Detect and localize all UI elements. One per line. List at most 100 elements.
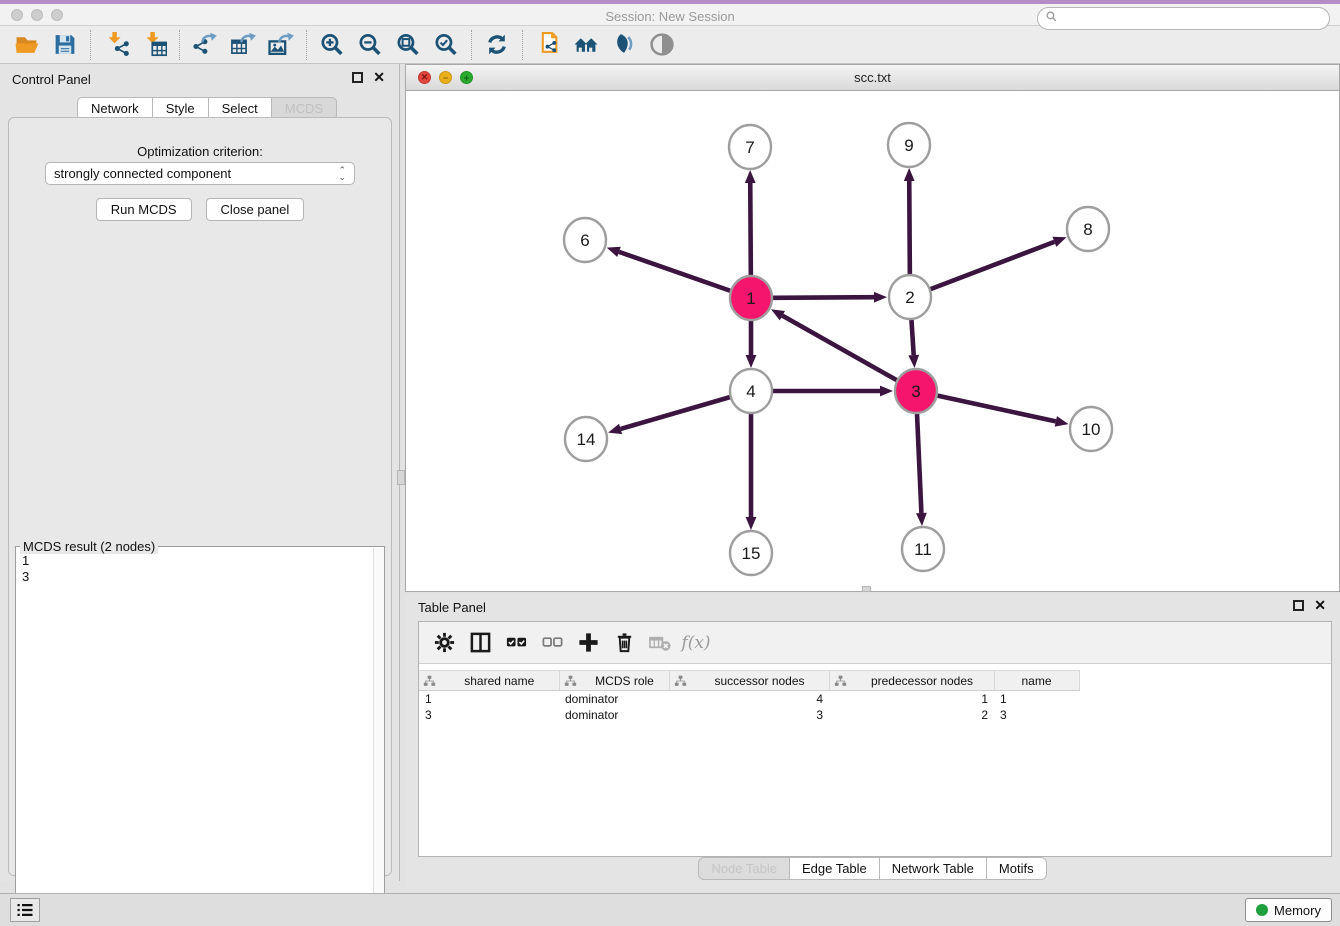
toolbar-separator: [90, 30, 91, 60]
table-cell[interactable]: 3: [994, 707, 1079, 723]
table-cell[interactable]: 1: [419, 691, 559, 707]
node-label-6: 6: [580, 231, 589, 250]
edge-2-9[interactable]: [909, 181, 910, 275]
splitter-grip-horizontal[interactable]: [862, 586, 871, 592]
delete-table-button[interactable]: [645, 627, 675, 659]
zoom-selected-button[interactable]: [427, 28, 465, 62]
tab-node-table[interactable]: Node Table: [698, 857, 790, 880]
tab-edge-table[interactable]: Edge Table: [790, 857, 880, 880]
search-box[interactable]: [1037, 7, 1330, 30]
show-columns-button[interactable]: [465, 627, 495, 659]
node-table-body[interactable]: 1dominator4113dominator323: [419, 691, 1079, 723]
edge-4-14[interactable]: [621, 397, 730, 429]
column-header-shared-name[interactable]: shared name: [419, 671, 559, 691]
table-container: f(x) shared nameMCDS rolesuccessor nodes…: [418, 621, 1332, 857]
show-hide-details-button[interactable]: [643, 28, 681, 62]
status-bar: Memory: [0, 893, 1340, 926]
table-row[interactable]: 1dominator411: [419, 691, 1079, 707]
column-header-name[interactable]: name: [994, 671, 1079, 691]
export-image-button[interactable]: [262, 28, 300, 62]
refresh-view-icon: [484, 32, 510, 57]
memory-button[interactable]: Memory: [1245, 898, 1332, 922]
open-session-button[interactable]: [8, 28, 46, 62]
table-cell[interactable]: 3: [669, 707, 829, 723]
toolbar-separator: [179, 30, 180, 60]
table-options-button[interactable]: [429, 627, 459, 659]
zoom-out-icon: [357, 32, 383, 57]
table-cell[interactable]: 3: [419, 707, 559, 723]
splitter-grip-vertical[interactable]: [397, 470, 405, 485]
search-input[interactable]: [1062, 12, 1329, 26]
float-table-panel-icon[interactable]: [1293, 600, 1304, 611]
column-header-successor-nodes[interactable]: successor nodes: [669, 671, 829, 691]
zoom-in-button[interactable]: [313, 28, 351, 62]
clone-network-button[interactable]: [529, 28, 567, 62]
edge-1-2[interactable]: [773, 297, 874, 298]
network-title: scc.txt: [406, 70, 1339, 85]
table-cell[interactable]: 1: [829, 691, 994, 707]
table-cell[interactable]: dominator: [559, 691, 669, 707]
table-cell[interactable]: dominator: [559, 707, 669, 723]
table-cell[interactable]: 1: [994, 691, 1079, 707]
function-builder-button[interactable]: f(x): [681, 627, 711, 659]
edge-1-7[interactable]: [750, 183, 751, 276]
import-table-button[interactable]: [135, 28, 173, 62]
deselect-all-button[interactable]: [537, 627, 567, 659]
edge-arrow-2-9: [904, 168, 915, 181]
run-mcds-button[interactable]: Run MCDS: [96, 198, 192, 221]
zoom-fit-button[interactable]: [389, 28, 427, 62]
tab-motifs[interactable]: Motifs: [987, 857, 1047, 880]
criterion-select[interactable]: strongly connected component ⌃⌄: [45, 162, 355, 185]
float-panel-icon[interactable]: [352, 72, 363, 83]
mcds-result-lines: 1 3: [22, 553, 29, 585]
edge-arrow-3-11: [916, 513, 927, 526]
export-table-button[interactable]: [224, 28, 262, 62]
select-all-button[interactable]: [501, 627, 531, 659]
export-network-button[interactable]: [186, 28, 224, 62]
save-session-button[interactable]: [46, 28, 84, 62]
home-layout-button[interactable]: [567, 28, 605, 62]
node-table-header[interactable]: shared nameMCDS rolesuccessor nodesprede…: [419, 671, 1079, 691]
edge-3-10[interactable]: [937, 396, 1055, 422]
open-session-icon: [14, 32, 40, 57]
node-label-7: 7: [745, 138, 754, 157]
mcds-result-scrollbar[interactable]: [373, 548, 384, 924]
edge-3-11[interactable]: [917, 413, 921, 513]
node-label-10: 10: [1082, 420, 1101, 439]
edge-1-6[interactable]: [619, 252, 730, 291]
close-table-panel-icon[interactable]: ✕: [1314, 600, 1326, 611]
table-header-row: shared nameMCDS rolesuccessor nodesprede…: [419, 671, 1079, 691]
table-row[interactable]: 3dominator323: [419, 707, 1079, 723]
edge-2-3[interactable]: [911, 319, 913, 355]
optimization-criterion-label: Optimization criterion:: [9, 144, 391, 159]
edge-2-8[interactable]: [931, 242, 1055, 289]
task-history-button[interactable]: [10, 898, 40, 922]
node-table[interactable]: shared nameMCDS rolesuccessor nodesprede…: [419, 670, 1080, 723]
edge-arrow-1-6: [607, 247, 621, 257]
refresh-view-button[interactable]: [478, 28, 516, 62]
mcds-panel: Optimization criterion: strongly connect…: [8, 117, 392, 876]
add-row-button[interactable]: [573, 627, 603, 659]
delete-row-button[interactable]: [609, 627, 639, 659]
edge-3-1[interactable]: [782, 316, 896, 381]
node-label-15: 15: [742, 544, 761, 563]
edge-arrow-4-14: [608, 424, 622, 434]
column-header-predecessor-nodes[interactable]: predecessor nodes: [829, 671, 994, 691]
column-header-MCDS-role[interactable]: MCDS role: [559, 671, 669, 691]
delete-table-icon: [649, 631, 672, 654]
close-panel-button[interactable]: Close panel: [206, 198, 305, 221]
edge-arrow-1-4: [746, 355, 757, 368]
tab-network-table[interactable]: Network Table: [880, 857, 987, 880]
style-toggle-button[interactable]: [605, 28, 643, 62]
import-network-button[interactable]: [97, 28, 135, 62]
edge-arrow-4-15: [746, 517, 757, 530]
table-cell[interactable]: 2: [829, 707, 994, 723]
network-titlebar[interactable]: ✕ − + scc.txt: [406, 65, 1339, 91]
network-canvas[interactable]: 7968124314101511: [406, 91, 1339, 591]
close-panel-icon[interactable]: ✕: [373, 72, 385, 83]
node-label-11: 11: [914, 540, 932, 559]
list-icon: [16, 902, 34, 918]
table-cell[interactable]: 4: [669, 691, 829, 707]
edge-arrow-2-8: [1052, 237, 1066, 247]
zoom-out-button[interactable]: [351, 28, 389, 62]
